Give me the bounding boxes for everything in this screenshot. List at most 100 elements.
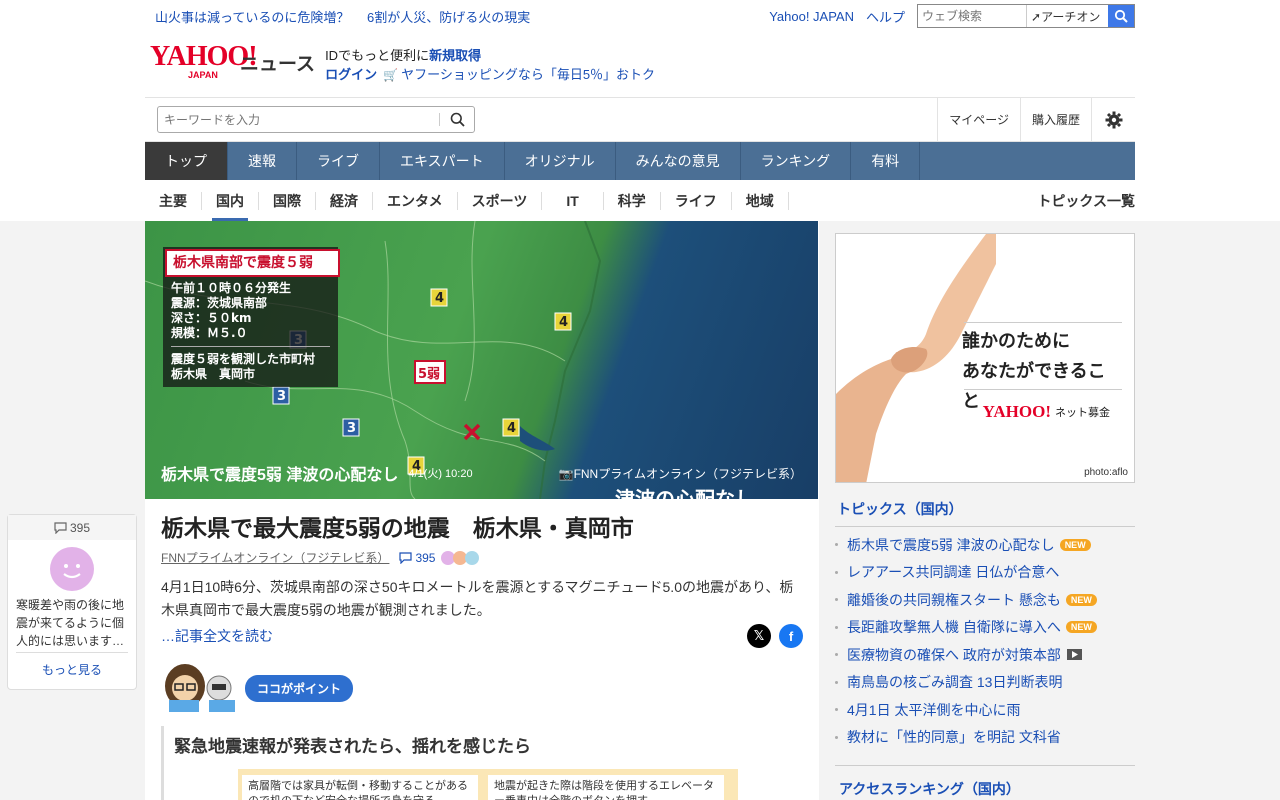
topics-list-link[interactable]: トピックス一覧 [1037,191,1135,211]
topic-item[interactable]: 4月1日 太平洋側を中心に雨 [835,696,1135,724]
tab-local[interactable]: 地域 [732,191,789,210]
x-icon: 𝕏 [753,628,765,643]
promo-link-2[interactable]: 6割が人災、防げる火の現実 [367,10,530,25]
share-buttons: 𝕏 f [739,624,803,648]
nav-expert[interactable]: エキスパート [380,142,505,180]
keyword-input[interactable] [158,107,439,132]
reaction-face-icon [465,550,480,565]
ad-banner[interactable]: 誰かのために あなたができること YAHOO! ネット募金 photo:aflo [835,233,1135,483]
topic-item[interactable]: 教材に「性的同意」を明記 文科省 [835,724,1135,752]
article-title: 栃木県で最大震度5弱の地震 栃木県・真岡市 [161,515,634,541]
topic-item[interactable]: 離婚後の共同親権スタート 懸念も NEW [835,586,1135,614]
nav-ranking[interactable]: ランキング [741,142,852,180]
nav-paid[interactable]: 有料 [851,142,921,180]
tab-international[interactable]: 国際 [259,191,316,210]
tab-main[interactable]: 主要 [145,191,202,210]
panel-line: 栃木県 真岡市 [171,367,256,381]
panel-line: 午前１０時０６分発生 [171,281,292,295]
point-card: 高層階では家具が転倒・移動することがあるので机の下など安全な場所で身を守る [242,775,478,800]
comment-excerpt[interactable]: 寒暖差や雨の後に地震が来てるように個人的には思います… [8,591,136,652]
news-search-box [157,106,475,133]
topic-item[interactable]: レアアース共同調達 日仏が合意へ [835,559,1135,587]
earthquake-info-panel: 栃木県南部で震度５弱 午前１０時０６分発生 震源：茨城県南部 深さ：５０km 規… [163,247,340,387]
topics-list: 栃木県で震度5弱 津波の心配なし NEW レアアース共同調達 日仏が合意へ 離婚後… [835,531,1135,751]
promo-link-1[interactable]: 山火事は減っているのに危険増？ [155,10,349,25]
topic-item[interactable]: 医療物資の確保へ 政府が対策本部 [835,641,1135,669]
service-title[interactable]: ニュース [240,49,315,76]
topic-item[interactable]: 南鳥島の核ごみ調査 13日判断表明 [835,669,1135,697]
login-link[interactable]: ログイン [325,67,377,82]
tab-economy[interactable]: 経済 [316,191,373,210]
article-body: 栃木県で最大震度5弱の地震 栃木県・真岡市 FNNプライムオンライン（フジテレビ… [145,499,819,800]
topic-text: レアアース共同調達 日仏が合意へ [847,564,1060,581]
ad-service-name: ネット募金 [1055,407,1110,419]
search-icon [450,112,465,127]
sidebar: 誰かのために あなたができること YAHOO! ネット募金 photo:aflo… [835,233,1135,799]
point-badge: ココがポイント [245,674,354,702]
hero-image[interactable]: 4 4 3 5弱 3 3 4 4 津波の心配なし [145,221,818,499]
keyword-search-button[interactable] [440,107,474,132]
nav-opinions[interactable]: みんなの意見 [616,142,741,180]
web-search-button[interactable] [1108,5,1134,27]
mypage-link[interactable]: マイページ [937,97,1020,142]
facebook-share-button[interactable]: f [779,624,803,648]
nav-original[interactable]: オリジナル [505,142,616,180]
article-source-link[interactable]: FNNプライムオンライン（フジテレビ系） [161,549,389,566]
top-promo[interactable]: 山火事は減っているのに危険増？ 6割が人災、防げる火の現実 [155,7,544,26]
topic-text: 医療物資の確保へ 政府が対策本部 [847,646,1061,663]
see-more-link[interactable]: もっと見る [16,652,128,678]
point-section: ココがポイント [161,662,803,714]
top-bar: 山火事は減っているのに危険増？ 6割が人災、防げる火の現実 Yahoo! JAP… [145,0,1135,32]
topic-text: 栃木県で震度5弱 津波の心配なし [847,536,1055,553]
topic-text: 教材に「性的同意」を明記 文科省 [847,729,1061,746]
topics-heading[interactable]: トピックス（国内） [835,499,1135,527]
nav-breaking[interactable]: 速報 [228,142,297,180]
tab-entertainment[interactable]: エンタメ [373,191,458,210]
topic-item[interactable]: 長距離攻撃無人機 自衛隊に導入へ NEW [835,614,1135,642]
topic-text: 4月1日 太平洋側を中心に雨 [847,701,1021,718]
purchase-history-link[interactable]: 購入履歴 [1019,97,1091,142]
article-meta: FNNプライムオンライン（フジテレビ系） 395 [161,549,803,566]
yahoo-japan-link[interactable]: Yahoo! JAPAN [769,9,854,24]
topic-text: 長距離攻撃無人機 自衛隊に導入へ [847,619,1061,636]
nav-top[interactable]: トップ [145,142,228,180]
signup-link[interactable]: 新規取得 [429,48,481,63]
article-comments-link[interactable]: 395 [399,551,435,565]
point-box: 緊急地震速報が発表されたら、揺れを感じたら 高層階では家具が転倒・移動することが… [161,726,803,800]
read-full-article-link[interactable]: …記事全文を読む [161,626,273,646]
yahoo-logo[interactable]: YAHOO! JAPAN [150,41,258,81]
tab-sports[interactable]: スポーツ [458,191,543,210]
search-engine-label[interactable]: ➚アーチオン [1026,5,1104,27]
x-share-button[interactable]: 𝕏 [747,624,771,648]
ad-copy-line-1: 誰かのために [962,331,1070,351]
ad-divider [964,322,1122,323]
hero-overlay-text: 津波の心配なし [615,487,755,499]
topic-item[interactable]: 栃木県で震度5弱 津波の心配なし NEW [835,531,1135,559]
search-row: マイページ 購入履歴 [145,97,1135,142]
category-nav: 主要 国内 国際 経済 エンタメ スポーツ IT 科学 ライフ 地域 トピックス… [145,180,1135,221]
topic-text: 南鳥島の核ごみ調査 13日判断表明 [847,674,1063,691]
tab-domestic[interactable]: 国内 [202,191,259,221]
panel-line: 震度５弱を観測した市町村 [171,352,316,366]
help-link[interactable]: ヘルプ [866,7,905,26]
ranking-heading[interactable]: アクセスランキング（国内） [835,765,1135,799]
hero-source-text: FNNプライムオンライン（フジテレビ系） [573,466,802,481]
nav-live[interactable]: ライブ [297,142,380,180]
tab-science[interactable]: 科学 [604,191,661,210]
settings-button[interactable] [1091,97,1135,142]
logo-text: YAHOO! [150,41,258,72]
gear-icon [1105,111,1122,128]
hero-caption-title[interactable]: 栃木県で震度5弱 津波の心配なし [161,461,398,485]
tab-life[interactable]: ライフ [661,191,732,210]
comment-count-bar[interactable]: 395 [8,515,136,540]
web-search-input[interactable] [918,5,1026,27]
ad-credit: photo:aflo [1084,467,1128,478]
intensity-3-b: 3 [277,389,286,404]
new-badge: NEW [1059,538,1091,551]
tab-it[interactable]: IT [542,191,604,210]
comment-icon [54,521,67,534]
new-badge: NEW [1065,593,1097,606]
mascot-icon [165,664,235,712]
topic-text: 離婚後の共同親権スタート 懸念も [847,591,1061,608]
shopping-link[interactable]: ヤフーショッピングなら「毎日5％」おトク [401,67,655,82]
